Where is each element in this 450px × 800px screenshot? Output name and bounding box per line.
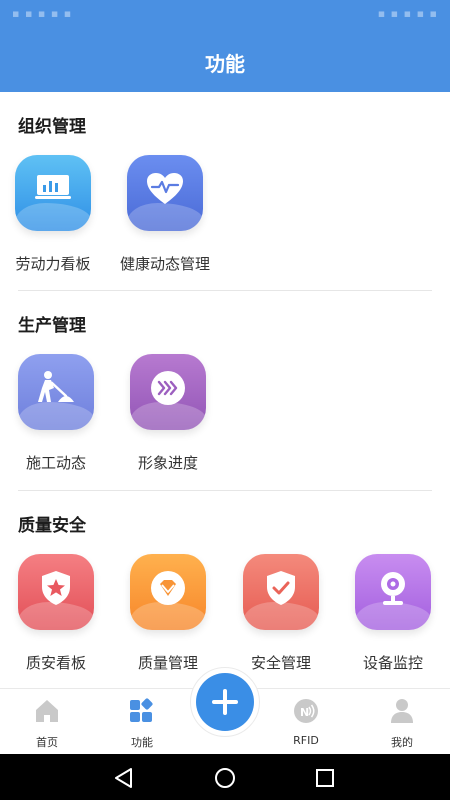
section-title: 生产管理: [18, 316, 86, 336]
webcam-icon: [355, 554, 431, 630]
section-divider: [18, 490, 432, 491]
shield-star-icon: [18, 554, 94, 630]
nav-label: 首页: [36, 736, 58, 749]
svg-text:N: N: [300, 706, 309, 719]
nav-label: 功能: [131, 736, 153, 749]
rfid-icon: N: [294, 699, 318, 723]
status-icons-right: ▪ ▪ ▪ ▪ ▪: [377, 7, 438, 20]
tile-label: 健康动态管理: [119, 255, 210, 273]
add-button[interactable]: [196, 673, 254, 731]
tile-label: 质安看板: [25, 654, 86, 672]
function-list: 组织管理 劳动力看板 健康动态管理 生产管理 施工动态 形象进度 质量安全 质安…: [0, 92, 450, 688]
status-icons-left: ▪ ▪ ▪ ▪ ▪: [12, 7, 73, 20]
nav-item-home[interactable]: 首页: [2, 689, 92, 755]
tile-label: 形象进度: [137, 454, 198, 472]
diamond-badge-icon: [130, 554, 206, 630]
bottom-nav: 首页 功能 N RFID 我的: [0, 667, 450, 755]
shield-check-icon: [243, 554, 319, 630]
user-icon: [391, 699, 413, 723]
recent-apps-icon[interactable]: [313, 766, 337, 790]
section-divider: [18, 290, 432, 291]
back-icon[interactable]: [112, 766, 136, 790]
fast-forward-icon: [130, 354, 206, 430]
home-circle-icon[interactable]: [213, 766, 237, 790]
nav-label: RFID: [293, 734, 319, 747]
nav-item-profile[interactable]: 我的: [357, 689, 447, 755]
nav-item-rfid[interactable]: N RFID: [261, 689, 351, 755]
app-header: 功能: [0, 28, 450, 92]
chart-board-icon: [15, 155, 91, 231]
apps-grid-icon: [130, 698, 153, 722]
tile-label: 设备监控: [362, 654, 423, 672]
tile-label: 劳动力看板: [15, 255, 91, 273]
home-icon: [36, 700, 58, 722]
system-nav-bar: [0, 754, 450, 800]
construction-worker-icon: [18, 354, 94, 430]
status-bar: ▪ ▪ ▪ ▪ ▪ ▪ ▪ ▪ ▪ ▪: [0, 0, 450, 28]
page-title: 功能: [205, 52, 245, 76]
nav-label: 我的: [391, 736, 413, 749]
section-title: 质量安全: [18, 516, 86, 536]
section-title: 组织管理: [18, 117, 86, 137]
tile-label: 施工动态: [25, 454, 86, 472]
heartbeat-icon: [127, 155, 203, 231]
nav-item-functions[interactable]: 功能: [97, 689, 187, 755]
